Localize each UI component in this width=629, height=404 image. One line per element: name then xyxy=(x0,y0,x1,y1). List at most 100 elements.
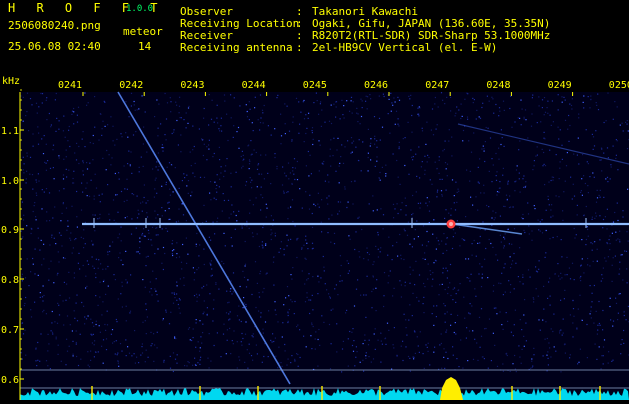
noise-speck xyxy=(560,330,561,331)
noise-speck xyxy=(340,255,341,256)
noise-speck xyxy=(361,229,362,230)
noise-speck xyxy=(23,97,24,98)
noise-speck xyxy=(40,333,41,334)
noise-speck xyxy=(499,111,500,112)
noise-speck xyxy=(553,177,554,178)
noise-speck xyxy=(411,157,412,158)
noise-speck xyxy=(156,234,157,235)
noise-speck xyxy=(83,306,84,307)
noise-speck xyxy=(385,175,386,176)
noise-speck xyxy=(453,229,454,230)
noise-speck xyxy=(46,97,47,98)
noise-speck xyxy=(444,368,445,369)
noise-speck xyxy=(249,161,250,162)
noise-speck xyxy=(513,335,514,336)
noise-speck xyxy=(359,139,360,140)
noise-speck xyxy=(467,119,468,120)
noise-speck xyxy=(244,302,245,303)
noise-speck xyxy=(585,244,586,245)
noise-speck xyxy=(106,169,107,170)
noise-speck xyxy=(337,138,338,139)
noise-speck xyxy=(116,319,117,320)
noise-speck xyxy=(600,160,601,161)
noise-speck xyxy=(75,238,76,239)
noise-speck xyxy=(221,118,222,119)
noise-speck xyxy=(439,156,440,157)
noise-speck xyxy=(249,200,250,201)
noise-speck xyxy=(574,228,575,229)
noise-speck xyxy=(57,323,58,324)
noise-speck xyxy=(404,314,405,315)
noise-speck xyxy=(603,363,604,364)
noise-speck xyxy=(407,235,408,236)
noise-speck xyxy=(525,109,526,110)
antenna-colon: : xyxy=(296,42,303,53)
noise-speck xyxy=(247,349,248,350)
noise-speck xyxy=(544,164,545,165)
noise-speck xyxy=(157,214,158,215)
noise-speck xyxy=(480,192,481,193)
noise-speck xyxy=(376,310,377,311)
noise-speck xyxy=(33,211,34,212)
noise-speck xyxy=(456,358,457,359)
noise-speck xyxy=(161,263,162,264)
noise-speck xyxy=(335,171,336,172)
noise-speck xyxy=(138,362,139,363)
noise-speck xyxy=(403,259,404,260)
noise-speck xyxy=(401,258,402,259)
noise-speck xyxy=(209,293,210,294)
noise-speck xyxy=(388,330,389,331)
noise-speck xyxy=(115,279,116,280)
noise-speck xyxy=(142,322,143,323)
noise-speck xyxy=(573,316,574,317)
noise-speck xyxy=(273,341,274,342)
noise-speck xyxy=(563,191,564,192)
noise-speck xyxy=(93,143,94,144)
noise-speck xyxy=(164,253,165,254)
noise-speck xyxy=(454,332,455,333)
noise-speck xyxy=(503,237,504,238)
noise-speck xyxy=(603,346,604,347)
noise-speck xyxy=(514,181,515,182)
noise-speck xyxy=(282,184,283,185)
noise-speck xyxy=(49,192,50,193)
noise-speck xyxy=(154,211,155,212)
noise-speck xyxy=(178,209,179,210)
noise-speck xyxy=(239,319,240,320)
noise-speck xyxy=(77,227,78,228)
noise-speck xyxy=(139,171,140,172)
noise-speck xyxy=(148,239,149,240)
noise-speck xyxy=(370,138,371,139)
noise-speck xyxy=(600,325,601,326)
noise-speck xyxy=(489,239,490,240)
noise-speck xyxy=(587,229,588,230)
noise-speck xyxy=(605,216,606,217)
noise-speck xyxy=(26,182,27,183)
noise-speck xyxy=(212,320,213,321)
noise-speck xyxy=(566,257,567,258)
noise-speck xyxy=(491,217,492,218)
noise-speck xyxy=(263,333,264,334)
noise-speck xyxy=(620,353,621,354)
noise-speck xyxy=(133,194,134,195)
noise-speck xyxy=(446,190,447,191)
noise-speck xyxy=(94,96,95,97)
noise-speck xyxy=(528,269,529,270)
noise-speck xyxy=(410,274,411,275)
noise-speck xyxy=(303,101,304,102)
noise-speck xyxy=(104,324,105,325)
noise-speck xyxy=(534,165,535,166)
noise-speck xyxy=(565,353,566,354)
noise-speck xyxy=(550,217,551,218)
noise-speck xyxy=(481,107,482,108)
noise-speck xyxy=(445,209,446,210)
noise-speck xyxy=(280,362,281,363)
noise-speck xyxy=(253,336,254,337)
noise-speck xyxy=(331,343,332,344)
noise-speck xyxy=(370,159,371,160)
noise-speck xyxy=(214,345,215,346)
noise-speck xyxy=(142,352,143,353)
noise-speck xyxy=(120,133,121,134)
noise-speck xyxy=(580,349,581,350)
noise-speck xyxy=(198,341,199,342)
